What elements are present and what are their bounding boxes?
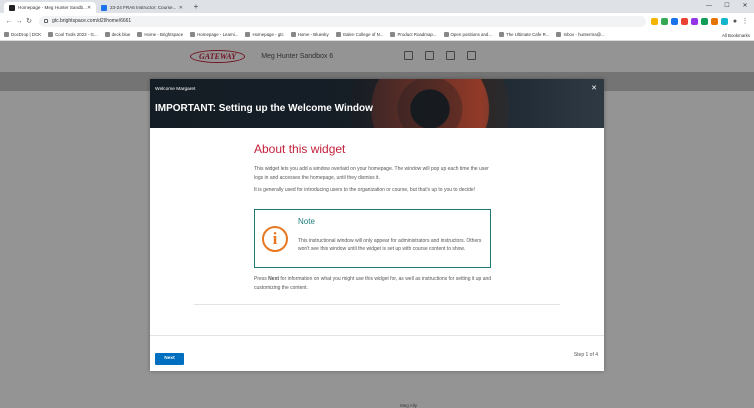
bookmark-label: Home - Bluesky [297, 32, 329, 37]
back-icon[interactable]: ← [4, 18, 14, 25]
bookmark-item[interactable]: Homepage - Learni... [190, 32, 238, 37]
bookmark-favicon-icon [556, 32, 562, 37]
bookmark-label: Home - Brightspace [144, 32, 184, 37]
bookmark-favicon-icon [290, 32, 296, 37]
modal-banner: Welcome Margaret IMPORTANT: Setting up t… [150, 79, 604, 128]
bookmark-item[interactable]: Galen College of N... [335, 32, 384, 37]
extension-icon[interactable] [701, 17, 708, 25]
tab-label: 23-24 FRA6 Instructor: Course... [110, 5, 177, 10]
bookmark-favicon-icon [104, 32, 110, 37]
note-text: This instructional window will only appe… [298, 238, 482, 252]
tab-close-icon[interactable]: ✕ [87, 5, 91, 11]
bookmark-item[interactable]: Homepage - gtc [245, 32, 284, 37]
extension-icons [651, 17, 728, 25]
bookmark-favicon-icon [245, 32, 251, 37]
note-box: i Note This instructional window will on… [254, 209, 491, 268]
instructions-post: for information on what you might use th… [254, 276, 492, 291]
window-controls: — ☐ ✕ [700, 0, 754, 13]
modal-footer: Next Step 1 of 4 [150, 337, 604, 371]
browser-tab-course[interactable]: 23-24 FRA6 Instructor: Course... ✕ [96, 2, 188, 13]
bookmark-label: deck.blue [111, 32, 131, 37]
bookmark-label: Cool Tools 2023 - G... [55, 32, 98, 37]
bookmark-item[interactable]: deck.blue [104, 32, 131, 37]
extension-icon[interactable] [661, 17, 668, 25]
bookmark-favicon-icon [137, 32, 143, 37]
tab-label: Homepage - Meg Hunter Sandb... [18, 5, 87, 10]
bookmark-item[interactable]: DocDrop | DCK [4, 32, 41, 37]
bookmark-label: Product Roadmap... [397, 32, 437, 37]
usage-paragraph: It is generally used for introducing use… [254, 187, 476, 193]
maximize-button[interactable]: ☐ [718, 0, 736, 13]
bookmark-label: Inbox - hunterma@... [563, 32, 605, 37]
bookmark-favicon-icon [335, 32, 341, 37]
bookmark-label: Homepage - gtc [252, 32, 284, 37]
bookmark-item[interactable]: Home - Bluesky [290, 32, 329, 37]
bookmarks-bar: DocDrop | DCK Cool Tools 2023 - G... deck.… [0, 29, 754, 41]
d2l-favicon-icon [9, 4, 15, 11]
forward-icon[interactable]: → [14, 18, 24, 25]
bookmark-label: DocDrop | DCK [11, 32, 42, 37]
new-tab-button[interactable]: + [191, 2, 201, 12]
bookmark-favicon-icon [4, 32, 9, 37]
next-button[interactable]: Next [155, 353, 184, 365]
bookmark-label: The Ultimate Cafe R... [506, 32, 550, 37]
instructions-bold: Next [268, 276, 280, 282]
welcome-window-modal: Welcome Margaret IMPORTANT: Setting up t… [150, 79, 604, 371]
bookmark-favicon-icon [48, 32, 54, 37]
welcome-text: Welcome Margaret [155, 87, 196, 92]
bookmark-favicon-icon [499, 32, 505, 37]
reload-icon[interactable]: ↻ [24, 17, 34, 25]
minimize-button[interactable]: — [700, 0, 718, 13]
content-heading: About this widget [254, 142, 346, 156]
bookmark-label: Galen College of N... [342, 32, 384, 37]
tab-close-icon[interactable]: ✕ [179, 5, 183, 11]
modal-content: About this widget This widget lets you a… [150, 128, 604, 336]
url-field[interactable]: gtc.brightspace.com/d2l/home/6661 [39, 15, 646, 27]
bookmark-favicon-icon [190, 32, 196, 37]
instructions-pre: Press [254, 276, 269, 282]
extension-icon[interactable] [671, 17, 678, 25]
content-divider [194, 304, 560, 305]
bookmark-item[interactable]: The Ultimate Cafe R... [499, 32, 549, 37]
menu-icon[interactable]: ⋮ [740, 17, 750, 25]
bookmark-label: Open positions and... [450, 32, 493, 37]
bookmark-item[interactable]: Product Roadmap... [390, 32, 437, 37]
modal-title: IMPORTANT: Setting up the Welcome Window [155, 103, 373, 114]
info-icon: i [262, 226, 288, 252]
site-info-icon[interactable] [44, 19, 48, 23]
profile-avatar-icon[interactable]: ● [730, 18, 740, 25]
close-window-button[interactable]: ✕ [736, 0, 754, 13]
extension-icon[interactable] [721, 17, 728, 25]
extension-icon[interactable] [711, 17, 718, 25]
all-bookmarks-label: All Bookmarks [721, 32, 750, 38]
bookmark-favicon-icon [390, 32, 396, 37]
step-indicator: Step 1 of 4 [573, 352, 598, 358]
extension-icon[interactable] [681, 17, 688, 25]
all-bookmarks-button[interactable]: All Bookmarks [721, 29, 750, 40]
address-bar-row: ← → ↻ gtc.brightspace.com/d2l/home/6661 … [0, 13, 754, 29]
note-title: Note [298, 217, 315, 226]
docs-favicon-icon [101, 4, 107, 11]
next-instructions: Press Next for information on what you m… [254, 275, 494, 292]
extension-icon[interactable] [651, 17, 658, 25]
extension-icon[interactable] [691, 17, 698, 25]
bookmark-item[interactable]: Cool Tools 2023 - G... [48, 32, 98, 37]
bookmark-item[interactable]: Inbox - hunterma@... [556, 32, 605, 37]
browser-tab-bar: Homepage - Meg Hunter Sandb... ✕ 23-24 F… [0, 0, 754, 13]
close-icon[interactable]: ✕ [591, 84, 597, 92]
url-text: gtc.brightspace.com/d2l/home/6661 [52, 18, 132, 24]
browser-tab-homepage[interactable]: Homepage - Meg Hunter Sandb... ✕ [4, 2, 96, 13]
bookmark-favicon-icon [443, 32, 449, 37]
bookmark-item[interactable]: Home - Brightspace [137, 32, 183, 37]
bookmark-item[interactable]: Open positions and... [443, 32, 493, 37]
bookmark-label: Homepage - Learni... [197, 32, 239, 37]
intro-paragraph: This widget lets you add a window overla… [254, 166, 489, 181]
